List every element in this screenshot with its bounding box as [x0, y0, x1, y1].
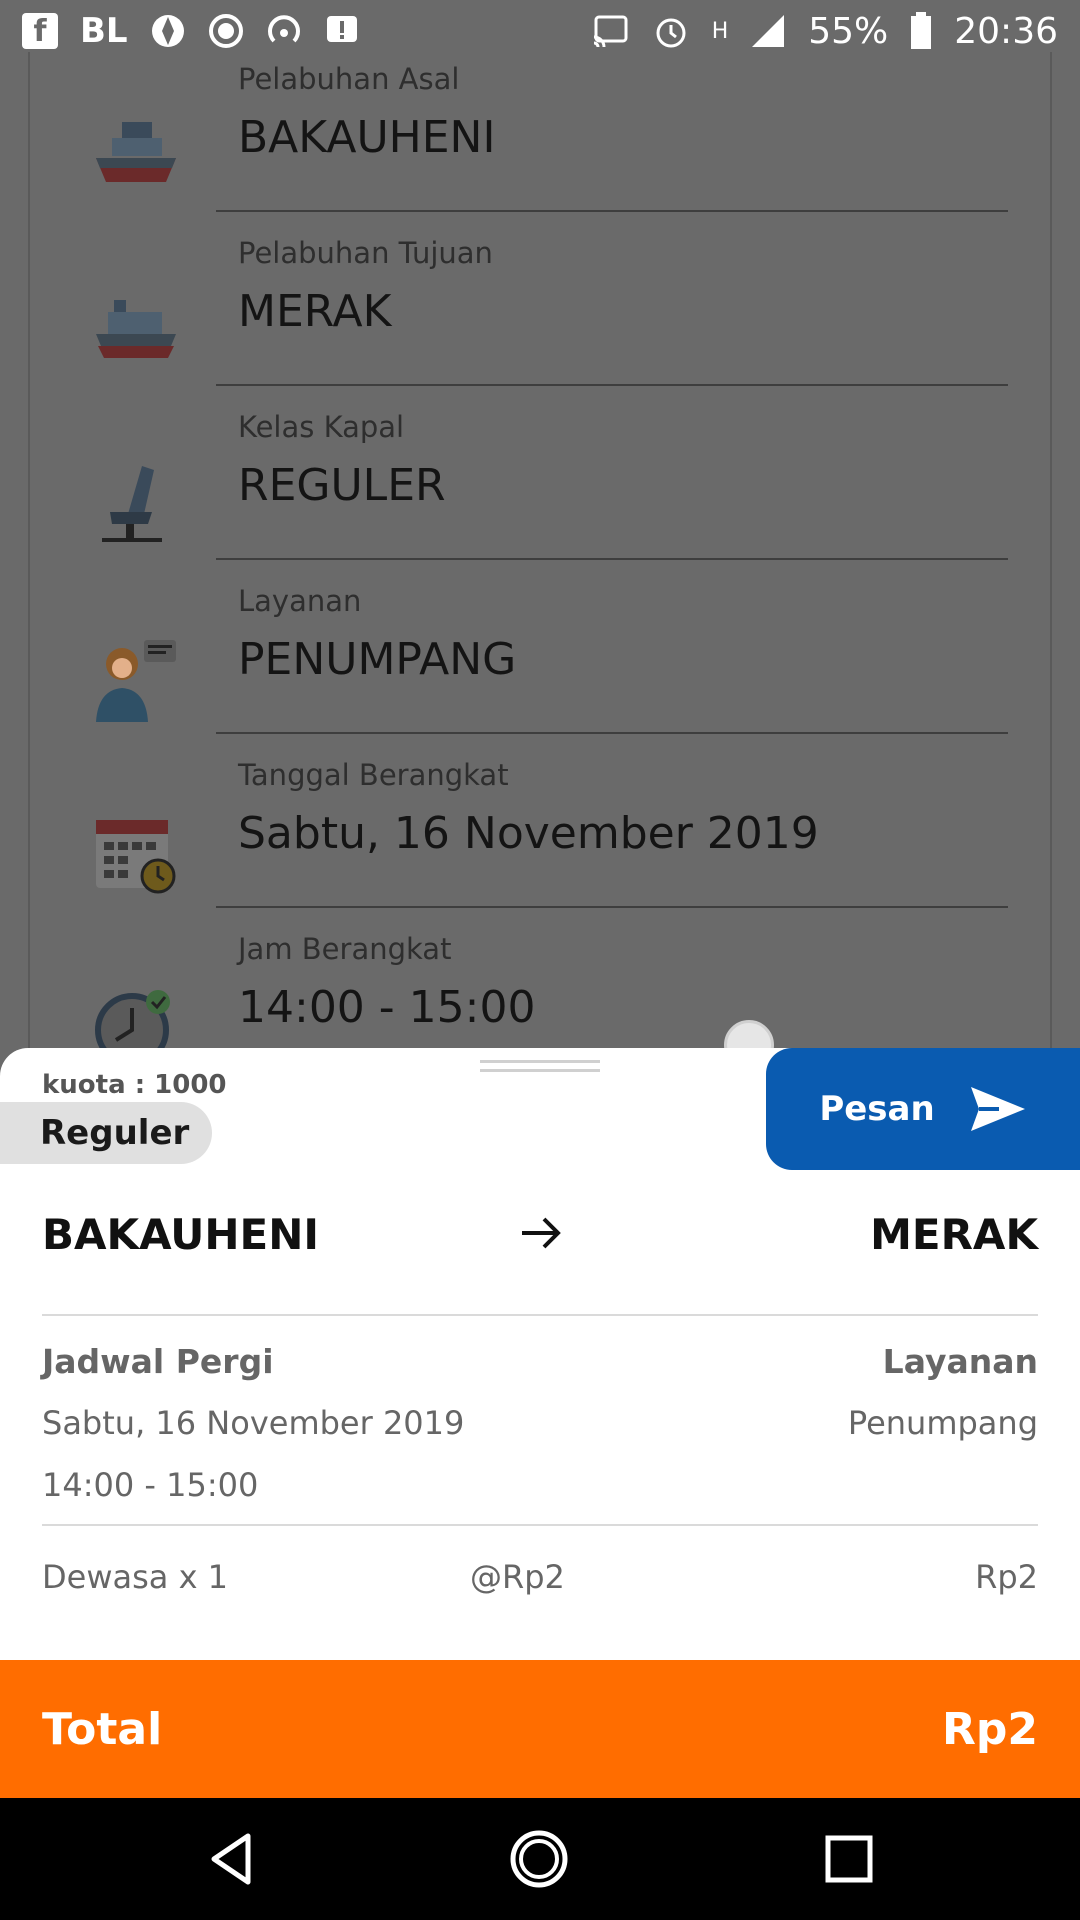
order-button-label: Pesan [819, 1089, 935, 1129]
class-badge: Reguler [0, 1102, 212, 1164]
battery-icon [911, 12, 932, 49]
field-label: Layanan [238, 584, 362, 618]
field-origin-port[interactable]: Pelabuhan Asal BAKAUHENI [30, 62, 1050, 236]
schedule-time: 14:00 - 15:00 [42, 1466, 259, 1504]
field-service[interactable]: Layanan PENUMPANG [30, 584, 1050, 758]
field-ship-class[interactable]: Kelas Kapal REGULER [30, 410, 1050, 584]
service-label: Layanan [882, 1342, 1038, 1381]
field-underline [216, 558, 1008, 560]
route: BAKAUHENI MERAK [42, 1210, 1038, 1270]
field-destination-port[interactable]: Pelabuhan Tujuan MERAK [30, 236, 1050, 410]
alert-icon [326, 16, 357, 42]
battery-percent: 55% [808, 10, 889, 52]
clock-time: 20:36 [954, 10, 1058, 52]
field-departure-date[interactable]: Tanggal Berangkat Sabtu, 16 November 201… [30, 758, 1050, 932]
divider [42, 1314, 1038, 1316]
ship-icon [96, 122, 176, 182]
cast-icon [593, 15, 628, 48]
booking-form: Pelabuhan Asal BAKAUHENI Pelabuhan Tujua… [28, 52, 1052, 1072]
service-value: Penumpang [847, 1404, 1038, 1442]
unit-price: @Rp2 [470, 1558, 565, 1596]
service-agent-icon [96, 640, 176, 722]
field-value: MERAK [238, 286, 392, 337]
recents-icon[interactable] [818, 1828, 880, 1890]
field-value: REGULER [238, 460, 446, 511]
alarm-icon [656, 18, 686, 48]
field-underline [216, 210, 1008, 212]
route-origin: BAKAUHENI [42, 1210, 319, 1259]
line-price: Rp2 [975, 1558, 1038, 1596]
bl-icon: BL [80, 11, 128, 51]
field-value: BAKAUHENI [238, 112, 496, 163]
signal-icon [752, 15, 785, 47]
field-value: PENUMPANG [238, 634, 517, 685]
schedule-label: Jadwal Pergi [42, 1342, 274, 1381]
send-icon [970, 1087, 1025, 1131]
route-destination: MERAK [870, 1210, 1038, 1259]
navigation-bar [0, 1798, 1080, 1920]
class-badge-label: Reguler [40, 1113, 190, 1153]
hotspot-icon [267, 15, 300, 43]
quota-text: kuota : 1000 [42, 1070, 227, 1100]
ship-icon [96, 300, 176, 358]
divider [42, 1524, 1038, 1526]
field-label: Jam Berangkat [238, 932, 452, 966]
shutter-icon [151, 15, 184, 47]
field-value: Sabtu, 16 November 2019 [238, 808, 819, 859]
total-bar: Total Rp2 [0, 1660, 1080, 1798]
field-value: 14:00 - 15:00 [238, 982, 536, 1033]
arrow-right-icon [522, 1217, 561, 1249]
drag-handle[interactable] [480, 1060, 600, 1072]
status-right-icons: H 55% 20:36 [590, 11, 1058, 52]
field-label: Pelabuhan Tujuan [238, 236, 493, 270]
total-value: Rp2 [942, 1703, 1038, 1755]
field-label: Pelabuhan Asal [238, 62, 460, 96]
back-icon[interactable] [200, 1828, 262, 1890]
order-button[interactable]: Pesan [766, 1048, 1080, 1170]
network-type: H [711, 18, 729, 44]
total-label: Total [42, 1703, 163, 1755]
calendar-icon [96, 820, 176, 894]
home-icon[interactable] [508, 1828, 570, 1890]
record-icon [208, 14, 243, 48]
facebook-icon: f [22, 13, 58, 49]
seat-icon [102, 466, 162, 542]
field-underline [216, 384, 1008, 386]
field-label: Tanggal Berangkat [238, 758, 509, 792]
field-label: Kelas Kapal [238, 410, 405, 444]
field-underline [216, 732, 1008, 734]
passenger-line: Dewasa x 1 [42, 1558, 229, 1596]
status-left-icons: f BL [22, 13, 360, 49]
field-underline [216, 906, 1008, 908]
schedule-date: Sabtu, 16 November 2019 [42, 1404, 465, 1442]
